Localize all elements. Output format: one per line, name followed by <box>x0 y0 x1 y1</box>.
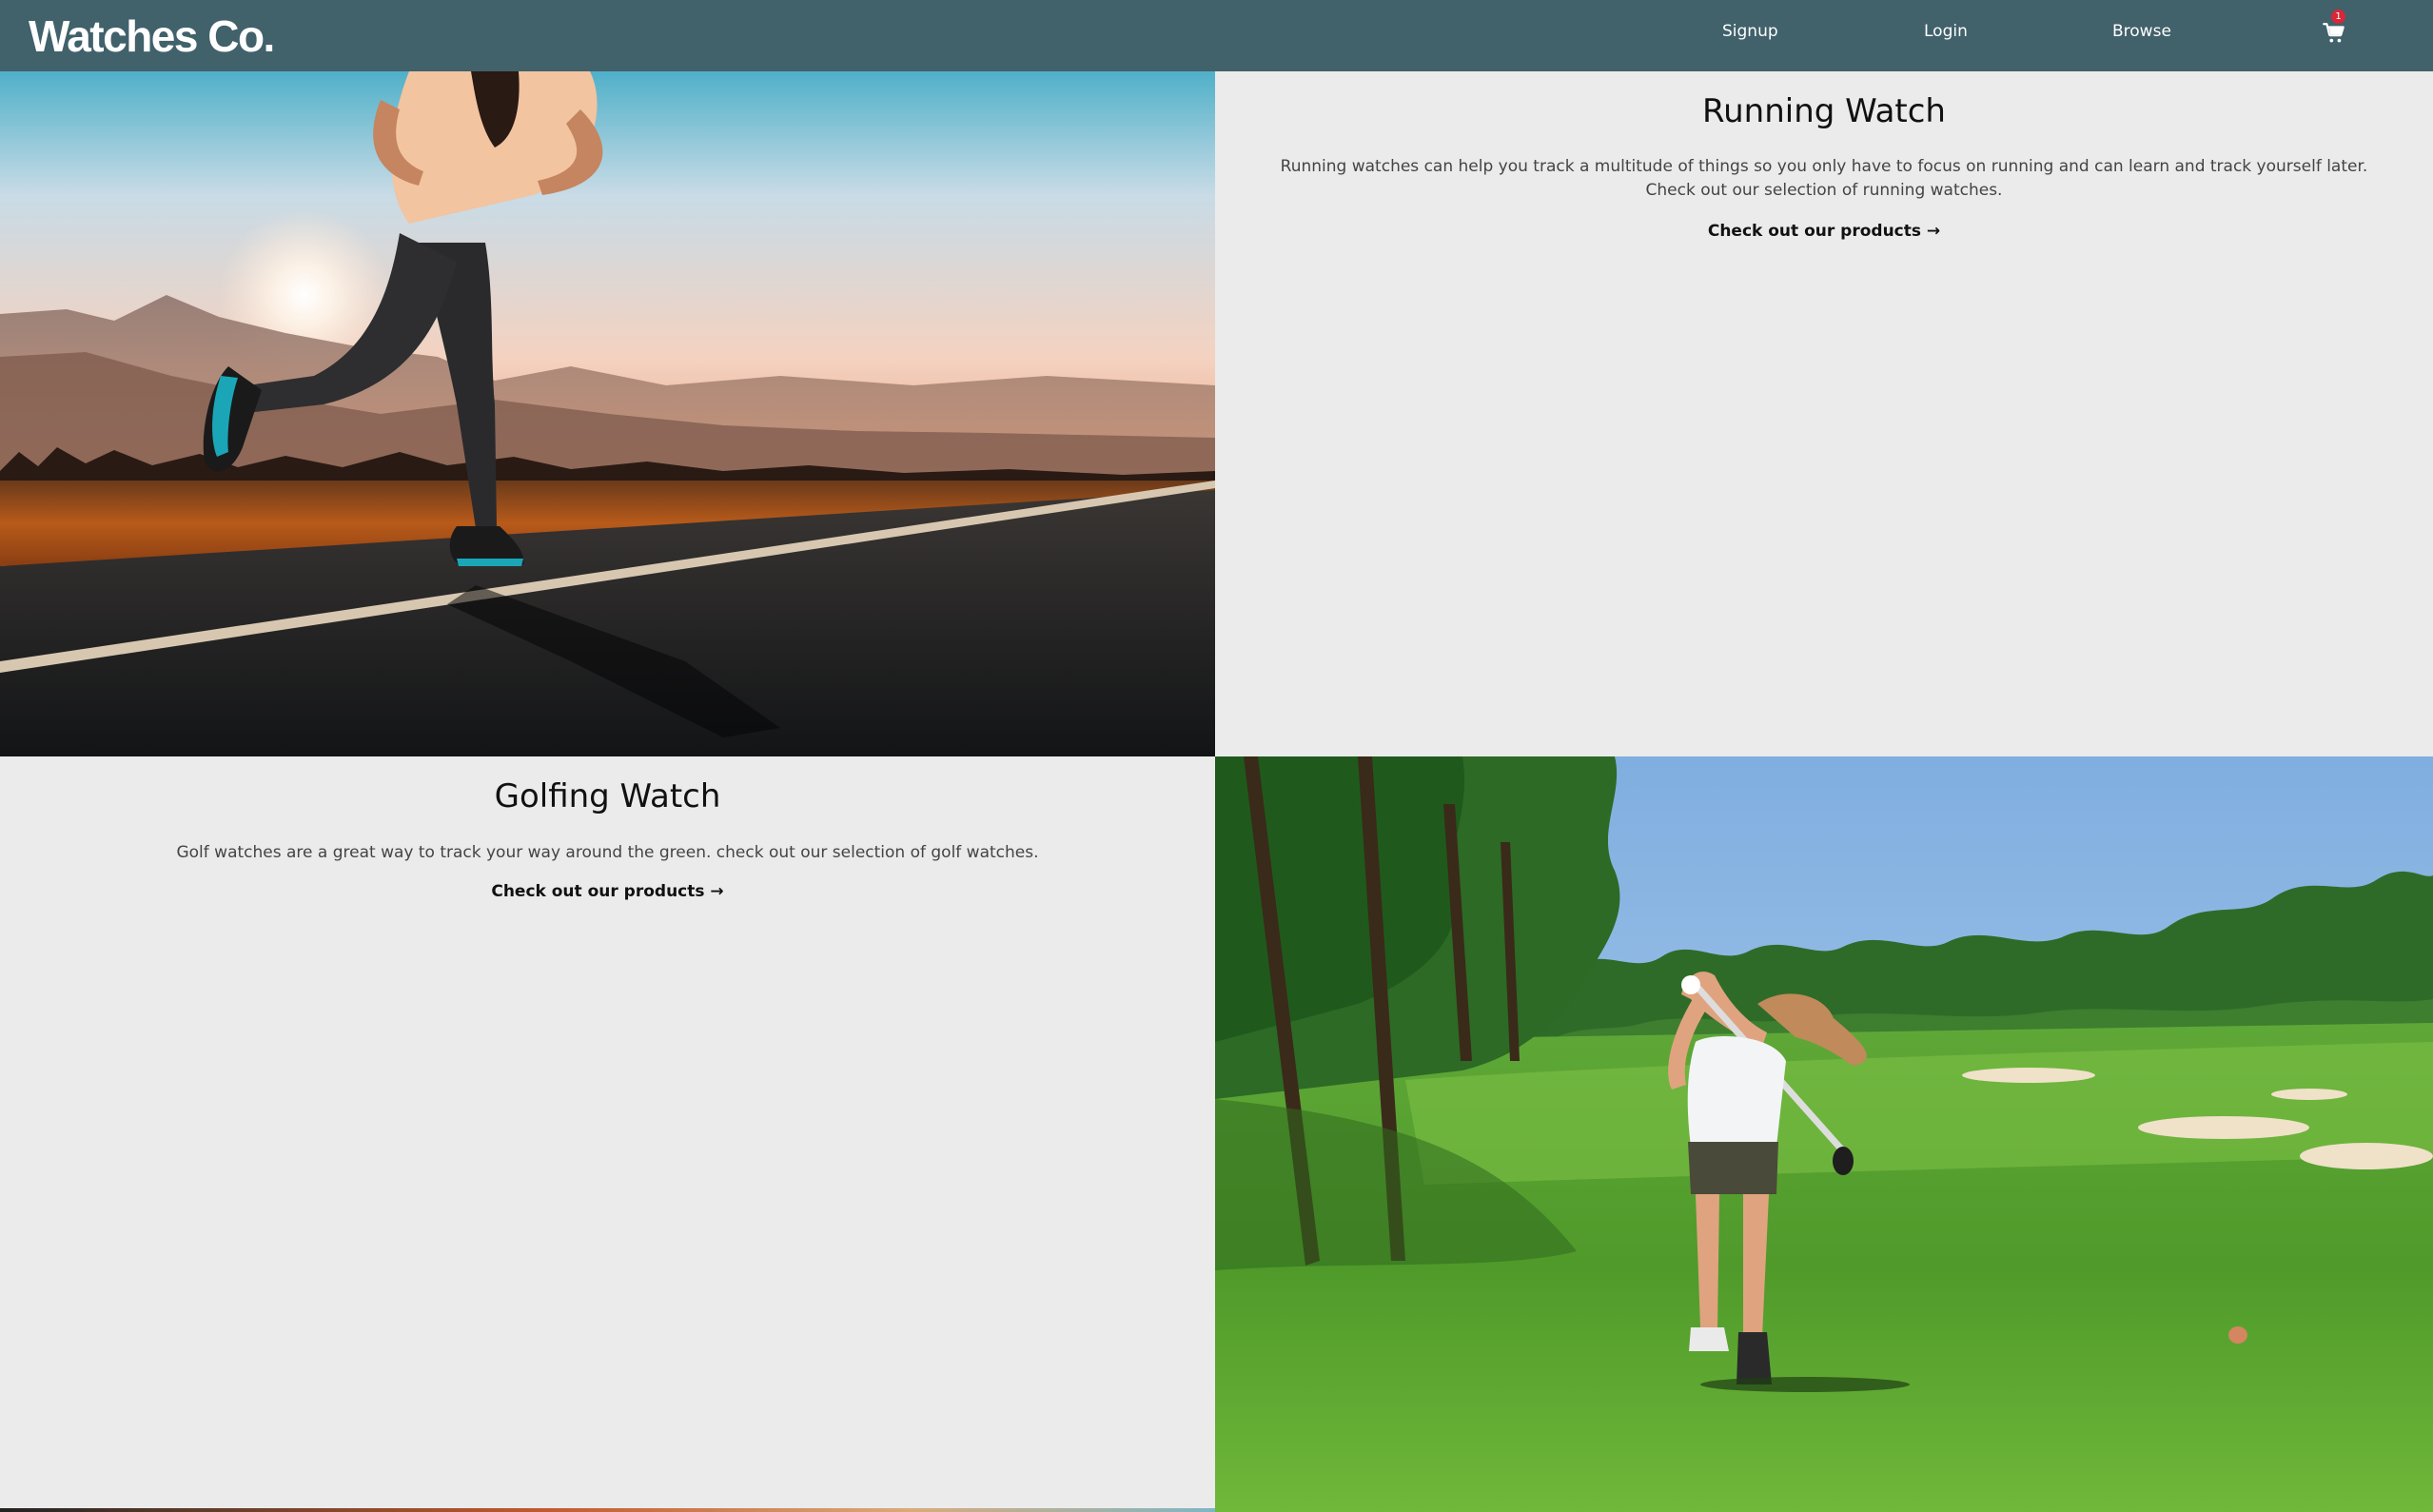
golfing-watch-section: Golfing Watch Golf watches are a great w… <box>0 756 1215 1512</box>
cart-count-badge: 1 <box>2331 10 2345 24</box>
golf-products-link[interactable]: Check out our products → <box>0 882 1215 901</box>
runner-image <box>0 71 1215 756</box>
golfing-watch-description: Golf watches are a great way to track yo… <box>176 843 1039 862</box>
next-section-preview <box>0 1508 1215 1512</box>
running-watch-title: Running Watch <box>1702 92 1946 130</box>
golfing-watch-title: Golfing Watch <box>494 777 721 815</box>
top-navbar: Watches Co. Signup Login Browse 1 <box>0 0 2433 71</box>
cart-icon <box>2323 23 2345 43</box>
golfer-image <box>1215 756 2433 1512</box>
running-watch-section: Running Watch Running watches can help y… <box>1215 71 2433 756</box>
nav-login-link[interactable]: Login <box>1924 21 1968 42</box>
brand-logo[interactable]: Watches Co. <box>29 10 275 63</box>
running-products-link[interactable]: Check out our products → <box>1215 222 2433 241</box>
cart-button[interactable]: 1 <box>2320 10 2348 44</box>
nav-browse-link[interactable]: Browse <box>2112 21 2171 42</box>
running-watch-description: Running watches can help you track a mul… <box>1280 157 2368 200</box>
nav-signup-link[interactable]: Signup <box>1722 21 1778 42</box>
